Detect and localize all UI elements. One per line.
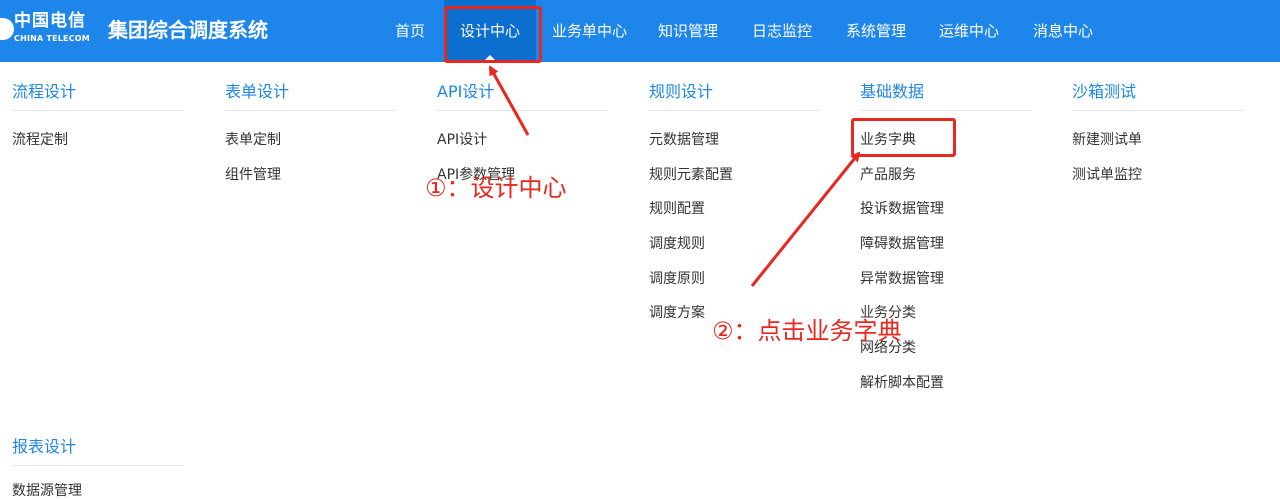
annotation-arrows [488, 65, 861, 287]
annotation-label-step1: ①：设计中心 [425, 174, 567, 202]
annotation-arrow-step1 [488, 65, 530, 136]
annotation-label-step2: ②：点击业务字典 [712, 317, 902, 345]
annotation-arrow-step2 [750, 151, 861, 287]
